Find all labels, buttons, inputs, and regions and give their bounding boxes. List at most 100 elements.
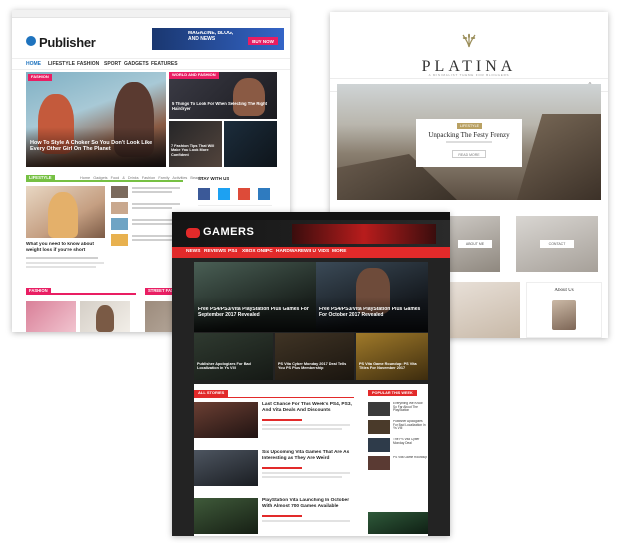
gamers-sidebar-item-3[interactable]: The PS Vita Cyber Monday Deal	[393, 438, 427, 445]
publisher-tab-family[interactable]: Family Activities	[158, 176, 187, 180]
publisher-thumb-2[interactable]	[111, 202, 128, 214]
gamers-section-title[interactable]: ALL STORIES	[194, 390, 229, 397]
publisher-nav-lifestyle[interactable]: LIFESTYLE	[48, 61, 75, 67]
twitter-icon[interactable]	[218, 188, 230, 200]
publisher-thumb-2-title-2	[132, 207, 172, 209]
gamers-top-bar	[172, 212, 450, 220]
publisher-lifestyle-figure	[48, 192, 78, 238]
gamers-sidebar-thumb-4[interactable]	[368, 456, 390, 470]
gamers-sidebar-title[interactable]: POPULAR THIS WEEK	[368, 390, 417, 397]
gamers-sidebar-item-1[interactable]: Everything We Know So Far About The Play…	[393, 402, 427, 413]
gamers-post-thumb-3[interactable]	[194, 498, 258, 534]
gamers-row-story-1[interactable]	[194, 333, 273, 380]
gamers-nav-reviews[interactable]: REVIEWS	[204, 249, 226, 254]
platina-hero-title[interactable]: Unpacking The Festy Frenzy	[416, 131, 522, 139]
platina-post-image[interactable]	[450, 282, 520, 338]
publisher-thumb-4[interactable]	[111, 234, 128, 246]
gamers-row-story-2[interactable]	[275, 333, 354, 380]
gamers-sidebar-item-2[interactable]: Publisher Apologizes For Bad Localizatio…	[393, 420, 427, 431]
publisher-fashion-title[interactable]: FASHION	[26, 288, 51, 295]
publisher-thumb-1-title	[132, 187, 180, 189]
gamers-post-excerpt-2	[262, 472, 350, 474]
gamers-feature-headline-1[interactable]: Free PS4/PS3/Vita PlayStation Plus Games…	[198, 307, 314, 319]
gamers-sidebar-item-4[interactable]: PS Vita Game Roundup	[393, 456, 427, 460]
gamers-nav-hardware[interactable]: HARDWARE	[276, 249, 304, 254]
google-plus-icon[interactable]	[238, 188, 250, 200]
publisher-hero-image[interactable]	[26, 72, 166, 167]
gamers-feature-2[interactable]	[316, 262, 428, 332]
gamers-sidebar-thumb-3[interactable]	[368, 438, 390, 452]
gamers-nav-xbox[interactable]: XBOX ONE	[242, 249, 267, 254]
gamers-post-thumb-2[interactable]	[194, 450, 258, 486]
publisher-list-headline[interactable]: What you need to know about weight loss …	[26, 242, 106, 253]
publisher-nav-home[interactable]: HOME	[26, 61, 41, 67]
publisher-tab-gadgets[interactable]: Gadgets	[93, 176, 107, 180]
theme-showcase: Publisher MAGAZINE, BLOG, AND NEWS BUY N…	[0, 0, 619, 543]
gamers-row-headline-2[interactable]: PS Vita Cyber Monday 2017 Deal Tells You…	[278, 362, 352, 371]
behance-icon[interactable]	[258, 188, 270, 200]
gamers-post-meta-3	[262, 515, 302, 517]
publisher-lifestyle-image[interactable]	[26, 186, 105, 238]
platina-read-more-button[interactable]: READ MORE	[452, 150, 486, 158]
gamers-post-headline-3[interactable]: PlayStation Vita Launching In October Wi…	[262, 498, 352, 509]
publisher-tab-fashion[interactable]: Fashion	[142, 176, 156, 180]
gamers-post-excerpt-1b	[262, 428, 342, 430]
gamers-sidebar-thumb-1[interactable]	[368, 402, 390, 416]
publisher-hero-badge[interactable]: FASHION	[28, 74, 52, 81]
publisher-fashion-image-1[interactable]	[26, 301, 76, 332]
gamers-nav-pc[interactable]: PC	[266, 249, 273, 254]
publisher-side-badge[interactable]: WORLD AND FASHION	[169, 72, 219, 79]
publisher-lifestyle-tabs: Home Gadgets Food & Drinks Fashion Famil…	[80, 176, 202, 180]
publisher-side-headline-1[interactable]: 5 Things To Look For When Selecting The …	[172, 102, 272, 112]
gamers-nav-news[interactable]: NEWS	[186, 249, 200, 254]
platina-thumb-contact-label[interactable]: CONTACT	[540, 240, 574, 248]
publisher-thumb-3-title-2	[132, 223, 172, 225]
gamers-post-headline-1[interactable]: Last Chance For This Week's PS4, PS3, An…	[262, 402, 352, 413]
gamers-nav-ps4[interactable]: PS4	[228, 249, 237, 254]
gamers-post-excerpt-2b	[262, 476, 342, 478]
publisher-side-story-1[interactable]	[169, 72, 277, 119]
publisher-hero-headline[interactable]: How To Style A Choker So You Don't Look …	[30, 140, 162, 153]
publisher-tab-food[interactable]: Food & Drinks	[111, 176, 139, 180]
gamers-row-headline-3[interactable]: PS Vita Game Roundup: PS Vita Titles For…	[359, 362, 426, 371]
gamers-sidebar-ad[interactable]	[368, 512, 428, 534]
publisher-nav-gadgets[interactable]: GADGETS	[124, 61, 149, 67]
gamers-ad-banner[interactable]	[292, 224, 436, 244]
facebook-icon[interactable]	[198, 188, 210, 200]
gamers-nav-wiiu[interactable]: WII U	[304, 249, 316, 254]
gamers-nav: NEWS REVIEWS PS4 XBOX ONE PC HARDWARE WI…	[172, 247, 450, 258]
platina-hero-tag[interactable]: LIFESTYLE	[457, 123, 482, 130]
platina-widget-photo	[552, 300, 576, 330]
gamers-row-headline-1[interactable]: Publisher Apologizes For Bad Localizatio…	[197, 362, 271, 371]
publisher-thumb-2-title	[132, 203, 180, 205]
gamers-logo[interactable]: GAMERS	[203, 226, 254, 239]
publisher-lifestyle-title[interactable]: LIFESTYLE	[26, 175, 55, 182]
publisher-nav-features[interactable]: FEATURES	[151, 61, 178, 67]
publisher-side-story-3[interactable]	[224, 121, 277, 167]
platina-widget-title: About Us	[554, 288, 574, 293]
publisher-ad-text: MAGAZINE, BLOG, AND NEWS	[188, 31, 234, 42]
gamers-post-headline-2[interactable]: Six Upcoming Vita Games That Are As Inte…	[262, 450, 352, 461]
publisher-logo[interactable]: Publisher	[39, 36, 96, 51]
publisher-nav-fashion[interactable]: FASHION	[77, 61, 99, 67]
publisher-fashion-image-2[interactable]	[80, 301, 130, 332]
gamers-post-thumb-1[interactable]	[194, 402, 258, 438]
gamers-feature-1[interactable]	[194, 262, 316, 332]
publisher-logo-icon	[26, 36, 36, 46]
gamers-post-excerpt-1	[262, 424, 350, 426]
publisher-thumb-3[interactable]	[111, 218, 128, 230]
gamers-row-story-3[interactable]	[356, 333, 428, 380]
platina-thumb-about-label[interactable]: ABOUT ME	[458, 240, 492, 248]
platina-hero-meta	[446, 141, 492, 143]
gamers-post-excerpt-3	[262, 520, 350, 522]
publisher-nav-sport[interactable]: SPORT	[104, 61, 121, 67]
gamers-feature-headline-2[interactable]: Free PS4/PS3/Vita PlayStation Plus Games…	[319, 307, 425, 319]
publisher-thumb-1[interactable]	[111, 186, 128, 198]
publisher-buy-now-button[interactable]: BUY NOW	[248, 37, 278, 45]
publisher-tab-home[interactable]: Home	[80, 176, 90, 180]
leaf-logo-icon	[461, 32, 477, 48]
publisher-side-headline-2[interactable]: 7 Fashion Tips That Will Make You Look M…	[171, 144, 220, 157]
gamers-sidebar-thumb-2[interactable]	[368, 420, 390, 434]
gamers-nav-vids[interactable]: VIDS	[318, 249, 329, 254]
gamers-nav-more[interactable]: MORE	[332, 249, 346, 254]
